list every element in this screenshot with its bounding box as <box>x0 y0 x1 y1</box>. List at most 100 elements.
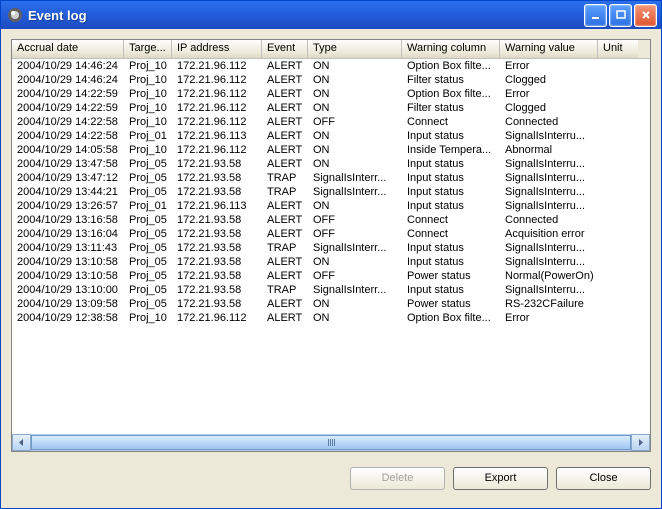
cell: 2004/10/29 14:22:59 <box>12 87 124 101</box>
cell: SignalIsInterr... <box>308 185 402 199</box>
cell: ALERT <box>262 269 308 283</box>
table-row[interactable]: 2004/10/29 13:47:58Proj_05172.21.93.58AL… <box>12 157 650 171</box>
cell: Input status <box>402 199 500 213</box>
cell: ALERT <box>262 59 308 73</box>
cell: Proj_05 <box>124 297 172 311</box>
cell: 2004/10/29 14:22:58 <box>12 115 124 129</box>
cell: ON <box>308 129 402 143</box>
cell: SignalIsInterru... <box>500 185 598 199</box>
table-row[interactable]: 2004/10/29 14:05:58Proj_10172.21.96.112A… <box>12 143 650 157</box>
table-body[interactable]: 2004/10/29 14:46:24Proj_10172.21.96.112A… <box>12 59 650 434</box>
cell: 172.21.93.58 <box>172 171 262 185</box>
cell: Option Box filte... <box>402 87 500 101</box>
cell: ALERT <box>262 227 308 241</box>
cell: ON <box>308 157 402 171</box>
cell: Input status <box>402 241 500 255</box>
scroll-thumb[interactable] <box>31 435 631 450</box>
cell: Proj_01 <box>124 129 172 143</box>
cell: 172.21.96.112 <box>172 143 262 157</box>
column-header[interactable]: Type <box>308 40 402 58</box>
cell: ON <box>308 199 402 213</box>
scroll-track[interactable] <box>31 434 631 451</box>
export-button[interactable]: Export <box>453 467 548 490</box>
cell: Proj_05 <box>124 171 172 185</box>
cell: SignalIsInterru... <box>500 283 598 297</box>
cell: SignalIsInterru... <box>500 171 598 185</box>
cell: Proj_05 <box>124 185 172 199</box>
cell: Connected <box>500 115 598 129</box>
cell: SignalIsInterr... <box>308 283 402 297</box>
column-header[interactable]: Accrual date <box>12 40 124 58</box>
cell: Proj_10 <box>124 87 172 101</box>
cell <box>598 157 638 171</box>
minimize-button[interactable] <box>584 4 607 27</box>
column-header[interactable]: Event <box>262 40 308 58</box>
footer-buttons: Delete Export Close <box>11 452 651 498</box>
table-row[interactable]: 2004/10/29 14:22:59Proj_10172.21.96.112A… <box>12 87 650 101</box>
table-row[interactable]: 2004/10/29 14:22:59Proj_10172.21.96.112A… <box>12 101 650 115</box>
cell: OFF <box>308 115 402 129</box>
cell: Option Box filte... <box>402 59 500 73</box>
cell: ALERT <box>262 129 308 143</box>
cell: Input status <box>402 185 500 199</box>
scroll-left-button[interactable] <box>12 434 31 451</box>
cell: TRAP <box>262 241 308 255</box>
cell: 172.21.93.58 <box>172 227 262 241</box>
cell: Input status <box>402 129 500 143</box>
table-row[interactable]: 2004/10/29 14:46:24Proj_10172.21.96.112A… <box>12 73 650 87</box>
table-row[interactable]: 2004/10/29 14:22:58Proj_01172.21.96.113A… <box>12 129 650 143</box>
cell: ALERT <box>262 297 308 311</box>
table-row[interactable]: 2004/10/29 13:26:57Proj_01172.21.96.113A… <box>12 199 650 213</box>
table-row[interactable]: 2004/10/29 13:10:58Proj_05172.21.93.58AL… <box>12 255 650 269</box>
maximize-button[interactable] <box>609 4 632 27</box>
column-header[interactable]: Unit <box>598 40 638 58</box>
table-row[interactable]: 2004/10/29 13:47:12Proj_05172.21.93.58TR… <box>12 171 650 185</box>
horizontal-scrollbar[interactable] <box>12 434 650 451</box>
table-row[interactable]: 2004/10/29 13:16:58Proj_05172.21.93.58AL… <box>12 213 650 227</box>
table-row[interactable]: 2004/10/29 13:44:21Proj_05172.21.93.58TR… <box>12 185 650 199</box>
table-row[interactable]: 2004/10/29 13:10:00Proj_05172.21.93.58TR… <box>12 283 650 297</box>
close-button[interactable] <box>634 4 657 27</box>
cell: ON <box>308 311 402 325</box>
table-row[interactable]: 2004/10/29 14:22:58Proj_10172.21.96.112A… <box>12 115 650 129</box>
app-icon <box>7 7 23 23</box>
table-row[interactable]: 2004/10/29 12:38:58Proj_10172.21.96.112A… <box>12 311 650 325</box>
cell: Filter status <box>402 73 500 87</box>
cell: ALERT <box>262 311 308 325</box>
cell: 2004/10/29 14:22:59 <box>12 101 124 115</box>
cell: 2004/10/29 13:47:12 <box>12 171 124 185</box>
cell: 2004/10/29 14:46:24 <box>12 59 124 73</box>
cell <box>598 87 638 101</box>
close-action-button[interactable]: Close <box>556 467 651 490</box>
delete-button[interactable]: Delete <box>350 467 445 490</box>
cell: 2004/10/29 14:05:58 <box>12 143 124 157</box>
titlebar[interactable]: Event log <box>1 1 661 29</box>
table-row[interactable]: 2004/10/29 14:46:24Proj_10172.21.96.112A… <box>12 59 650 73</box>
cell <box>598 311 638 325</box>
cell: 172.21.93.58 <box>172 213 262 227</box>
column-header[interactable]: Warning column <box>402 40 500 58</box>
cell: Proj_05 <box>124 213 172 227</box>
cell: TRAP <box>262 283 308 297</box>
cell: 2004/10/29 13:10:58 <box>12 269 124 283</box>
table-row[interactable]: 2004/10/29 13:11:43Proj_05172.21.93.58TR… <box>12 241 650 255</box>
cell <box>598 115 638 129</box>
column-header[interactable]: Warning value <box>500 40 598 58</box>
table-row[interactable]: 2004/10/29 13:16:04Proj_05172.21.93.58AL… <box>12 227 650 241</box>
cell: ON <box>308 101 402 115</box>
cell: Connected <box>500 213 598 227</box>
cell: 172.21.96.112 <box>172 59 262 73</box>
cell: ALERT <box>262 115 308 129</box>
cell: Power status <box>402 269 500 283</box>
column-header[interactable]: IP address <box>172 40 262 58</box>
table-row[interactable]: 2004/10/29 13:10:58Proj_05172.21.93.58AL… <box>12 269 650 283</box>
cell <box>598 185 638 199</box>
cell <box>598 297 638 311</box>
cell: 172.21.93.58 <box>172 283 262 297</box>
cell: 172.21.96.112 <box>172 101 262 115</box>
cell: ALERT <box>262 143 308 157</box>
table-row[interactable]: 2004/10/29 13:09:58Proj_05172.21.93.58AL… <box>12 297 650 311</box>
cell <box>598 73 638 87</box>
column-header[interactable]: Targe... <box>124 40 172 58</box>
scroll-right-button[interactable] <box>631 434 650 451</box>
